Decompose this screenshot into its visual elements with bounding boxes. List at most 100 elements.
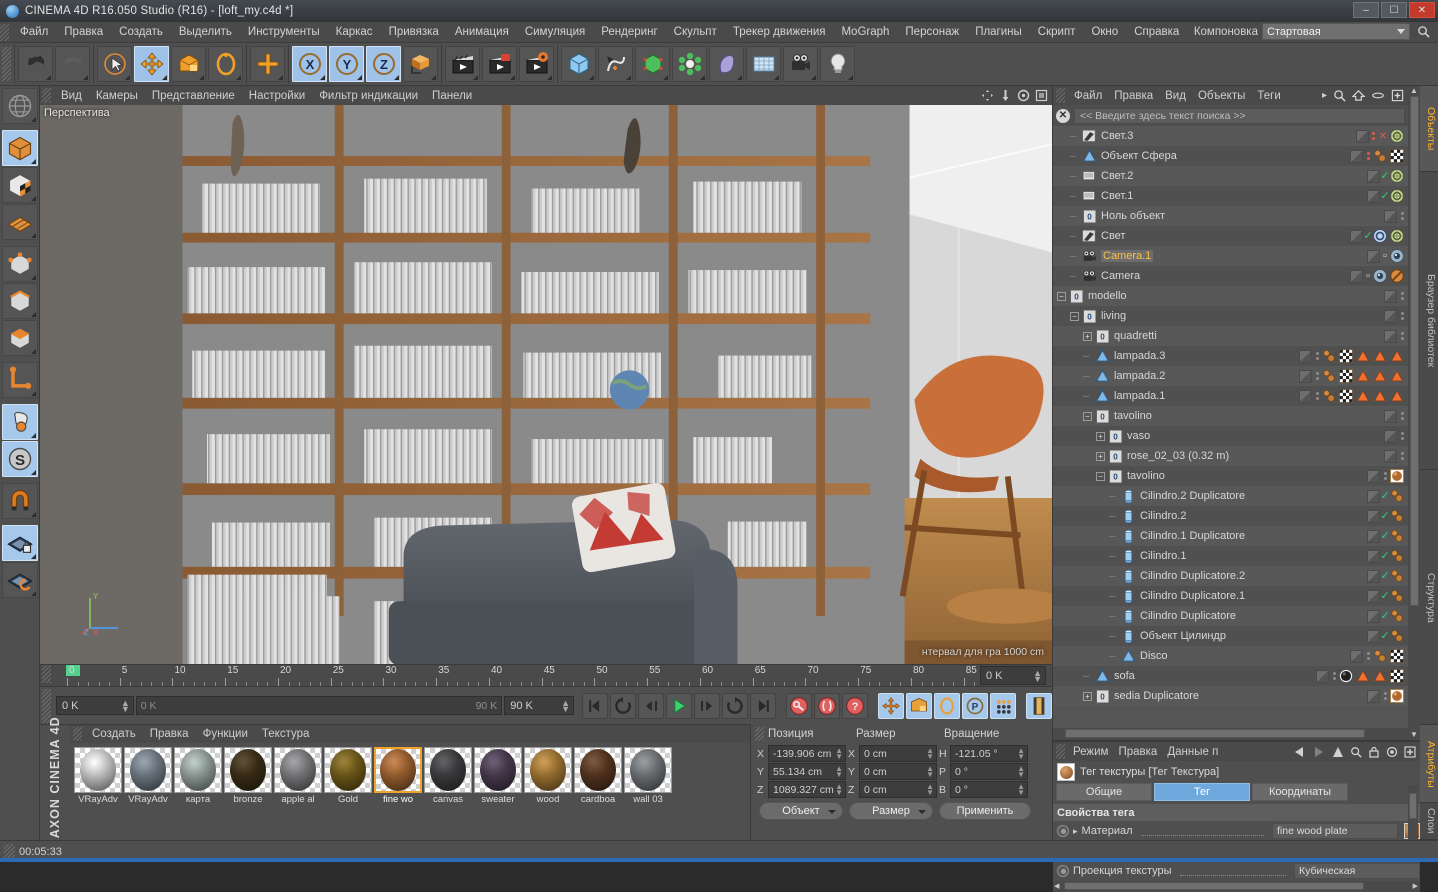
edges-mode[interactable] <box>2 283 38 319</box>
tag-material-brown-icon[interactable] <box>1390 629 1404 643</box>
visibility-toggle-icon[interactable] <box>1299 370 1312 383</box>
menu-item-правка[interactable]: Правка <box>56 22 111 42</box>
visibility-toggle-icon[interactable] <box>1367 530 1380 543</box>
spinner-icon[interactable]: ▲▼ <box>561 700 570 712</box>
tag-tri-icon[interactable] <box>1356 669 1370 683</box>
lock-z-axis[interactable]: Z <box>366 46 401 82</box>
menu-item-инструменты[interactable]: Инструменты <box>240 22 328 42</box>
tree-dot-column[interactable] <box>1372 132 1376 140</box>
spinner-icon[interactable]: ▲▼ <box>835 766 843 778</box>
table-row[interactable]: ─Cilindro Duplicatore.2✓ <box>1053 566 1408 586</box>
object-search-input[interactable]: << Введите здесь текст поиска >> <box>1074 108 1405 124</box>
table-row[interactable]: +0vaso <box>1053 426 1408 446</box>
table-row[interactable]: +0rose_02_03 (0.32 m) <box>1053 446 1408 466</box>
tag-tri-icon[interactable] <box>1356 349 1370 363</box>
visibility-toggle-icon[interactable] <box>1299 350 1312 363</box>
table-row[interactable]: ─Cilindro.1✓ <box>1053 546 1408 566</box>
tag-material-brown-icon[interactable] <box>1390 569 1404 583</box>
coords-grip[interactable] <box>755 727 764 741</box>
object-tree-hscroll-thumb[interactable] <box>1065 729 1365 738</box>
tree-dot-column[interactable]: ▫ <box>1383 251 1387 261</box>
menu-item-файл[interactable]: Файл <box>12 22 56 42</box>
table-row[interactable]: ─sofa <box>1053 666 1408 686</box>
table-row[interactable]: ─lampada.2 <box>1053 366 1408 386</box>
viewport-3d[interactable]: Перспектива нтервал для гра 1000 cm Y Z … <box>40 105 1052 664</box>
timeline-editor-button[interactable] <box>1026 693 1052 719</box>
lock-x-axis[interactable]: X <box>292 46 327 82</box>
tag-tri-icon[interactable] <box>1373 369 1387 383</box>
soft-selection[interactable]: S <box>2 441 38 477</box>
lock-y-axis[interactable]: Y <box>329 46 364 82</box>
visibility-toggle-icon[interactable] <box>1384 330 1397 343</box>
tree-dot-column[interactable] <box>1400 292 1404 300</box>
material-item[interactable]: VRayAdv <box>74 747 122 840</box>
tree-dot-column[interactable] <box>1400 212 1404 220</box>
tree-dot-column[interactable] <box>1400 412 1404 420</box>
visibility-toggle-icon[interactable] <box>1350 270 1363 283</box>
add-environment[interactable] <box>746 46 781 82</box>
coord-field-size[interactable]: 0 cm▲▼ <box>859 745 937 762</box>
menu-item-плагины[interactable]: Плагины <box>967 22 1030 42</box>
add-light[interactable] <box>820 46 855 82</box>
table-row[interactable]: −0tavolino <box>1053 406 1408 426</box>
tree-dot-column[interactable] <box>1400 452 1404 460</box>
material-swatch[interactable] <box>324 747 372 793</box>
visibility-toggle-icon[interactable] <box>1384 450 1397 463</box>
tag-material-brown-icon[interactable] <box>1322 369 1336 383</box>
tag-material-brown-icon[interactable] <box>1390 489 1404 503</box>
visibility-toggle-icon[interactable] <box>1350 150 1363 163</box>
timeline-ruler[interactable]: 051015202530354045505560657075808590 <box>53 665 980 686</box>
spinner-icon[interactable]: ▲▼ <box>926 766 934 778</box>
home-icon[interactable] <box>1352 89 1365 102</box>
tag-camera-tag-icon[interactable] <box>1390 249 1404 263</box>
material-swatch[interactable] <box>174 747 222 793</box>
attribute-tab-координаты[interactable]: Координаты <box>1252 783 1348 801</box>
table-row[interactable]: ─Объект Цилиндр✓ <box>1053 626 1408 646</box>
move-tool[interactable] <box>134 46 169 82</box>
tree-dot-column[interactable]: ✓ <box>1383 531 1387 541</box>
tag-tri-icon[interactable] <box>1373 349 1387 363</box>
tree-dot-column[interactable] <box>1400 432 1404 440</box>
record-parameter-button[interactable]: P <box>962 693 988 719</box>
tree-dot-column[interactable] <box>1332 672 1336 680</box>
tag-blue-ring-icon[interactable] <box>1373 229 1387 243</box>
menu-item-окно[interactable]: Окно <box>1083 22 1126 42</box>
tag-material-brown-icon[interactable] <box>1373 649 1387 663</box>
keyframe-selection-button[interactable]: ? <box>842 693 868 719</box>
search-icon[interactable] <box>1333 89 1346 102</box>
go-to-start-button[interactable] <box>582 693 608 719</box>
table-row[interactable]: ─Cilindro Duplicatore✓ <box>1053 606 1408 626</box>
current-time-field[interactable]: 0 K ▲▼ <box>56 696 134 715</box>
chevron-right-icon[interactable]: ▸ <box>1322 90 1327 101</box>
toolbar-grip[interactable] <box>2 47 11 81</box>
visibility-toggle-icon[interactable] <box>1367 630 1380 643</box>
material-menu-создать[interactable]: Создать <box>85 728 143 740</box>
spinner-icon[interactable]: ▲▼ <box>121 700 130 712</box>
menu-item-mograph[interactable]: MoGraph <box>833 22 897 42</box>
undo-button[interactable] <box>18 46 53 82</box>
table-row[interactable]: ─Свет.1✓ <box>1053 186 1408 206</box>
expander-icon[interactable]: + <box>1096 432 1105 441</box>
viewport-menu-настройки[interactable]: Настройки <box>242 87 312 105</box>
tree-dot-column[interactable] <box>1400 312 1404 320</box>
expand-arrow-icon[interactable]: ▸ <box>1073 826 1078 837</box>
visibility-toggle-icon[interactable] <box>1367 190 1380 203</box>
target-icon[interactable] <box>1386 746 1398 758</box>
tree-dot-column[interactable]: ✓ <box>1383 171 1387 181</box>
table-row[interactable]: ─Cilindro.2✓ <box>1053 506 1408 526</box>
visibility-toggle-icon[interactable] <box>1367 470 1380 483</box>
timeline-frame-field[interactable]: 0 K ▲▼ <box>980 666 1046 685</box>
menu-item-рендеринг[interactable]: Рендеринг <box>593 22 665 42</box>
tag-tri-icon[interactable] <box>1390 349 1404 363</box>
workplane-rotate[interactable] <box>2 562 38 598</box>
tag-tri-icon[interactable] <box>1390 369 1404 383</box>
viewport-menu-камеры[interactable]: Камеры <box>89 87 145 105</box>
object-tree-vscrollbar[interactable]: ▲ ▼ <box>1408 86 1420 740</box>
record-position-button[interactable] <box>878 693 904 719</box>
material-swatch[interactable] <box>124 747 172 793</box>
material-item[interactable]: VRayAdv <box>124 747 172 840</box>
up-arrow-icon[interactable] <box>1332 746 1344 758</box>
move-viewport-icon[interactable] <box>981 89 994 102</box>
clear-search-icon[interactable]: ✕ <box>1056 109 1070 123</box>
tree-dot-column[interactable]: ✓ <box>1383 571 1387 581</box>
